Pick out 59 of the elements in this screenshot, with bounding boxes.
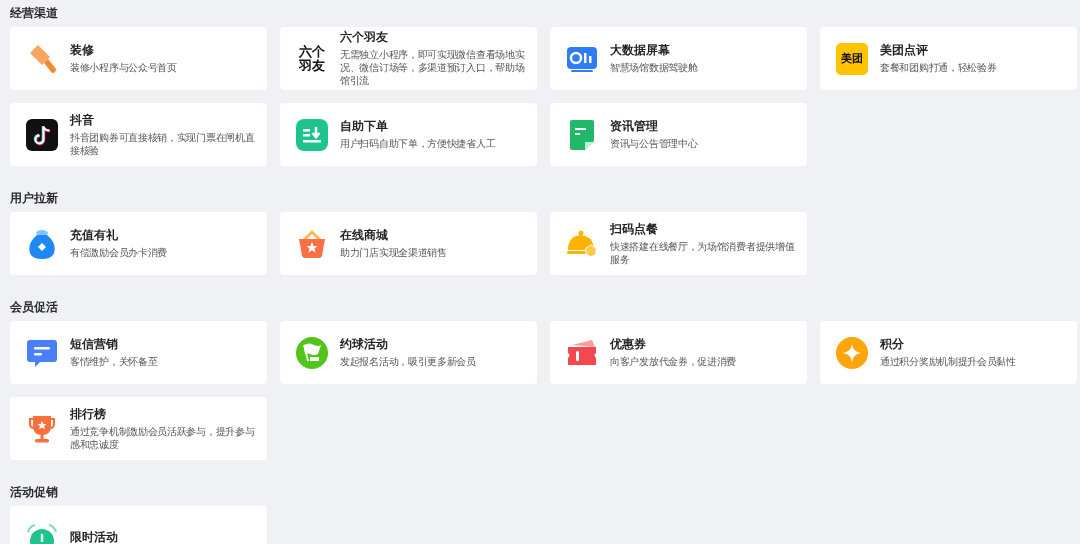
card-description: 资讯与公告管理中心 [610, 137, 698, 150]
feature-card[interactable]: 抖音 抖音团购券可直接核销，实现门票在闸机直接核验 [10, 103, 267, 166]
card-description: 有偿激励会员办卡消费 [70, 246, 167, 259]
feature-card[interactable]: 美团 美团点评 套餐和团购打通，轻松验券 [820, 27, 1077, 90]
card-title: 排行榜 [70, 406, 107, 422]
card-title: 优惠券 [610, 337, 647, 352]
card-title: 自助下单 [340, 119, 389, 134]
card-description: 向客户发放代金券，促进消费 [610, 355, 737, 368]
feature-card[interactable]: 大数据屏幕 智慧场馆数据驾驶舱 [550, 27, 807, 90]
card-description: 套餐和团购打通，轻松验券 [880, 61, 997, 74]
card-description: 助力门店实现全渠道销售 [340, 246, 447, 259]
feature-card[interactable]: 限时活动 [10, 506, 267, 544]
feature-card[interactable]: 扫码点餐 快速搭建在线餐厅，为场馆消费者提供增值服务 [550, 212, 807, 275]
feature-card[interactable]: 资讯管理 资讯与公告管理中心 [550, 103, 807, 166]
money-bag-icon [26, 227, 58, 260]
card-title: 充值有礼 [70, 228, 119, 243]
feature-card[interactable]: 短信营销 客情维护，关怀备至 [10, 321, 267, 384]
card-description: 装修小程序与公众号首页 [70, 61, 177, 74]
card-description: 无需独立小程序，即可实现微信查看场地实况、微信订场等，多渠道预订入口，帮助场馆引流 [340, 48, 526, 87]
flag-icon [296, 336, 328, 369]
section-heading: 用户拉新 [10, 190, 59, 207]
feature-card[interactable]: 积分 通过积分奖励机制提升会员黏性 [820, 321, 1077, 384]
card-title: 约球活动 [340, 337, 389, 352]
feature-card[interactable]: 自助下单 用户扫码自助下单，方便快捷省人工 [280, 103, 537, 166]
card-title: 装修 [70, 43, 95, 58]
card-description: 用户扫码自助下单，方便快捷省人工 [340, 137, 496, 150]
section-heading: 经营渠道 [10, 5, 59, 22]
card-title: 限时活动 [70, 530, 118, 544]
card-description: 智慧场馆数据驾驶舱 [610, 61, 698, 74]
card-title: 抖音 [70, 112, 95, 128]
section-heading: 活动促销 [10, 484, 59, 501]
feature-card[interactable]: 在线商城 助力门店实现全渠道销售 [280, 212, 537, 275]
feature-card[interactable]: 装修 装修小程序与公众号首页 [10, 27, 267, 90]
feature-card[interactable]: 充值有礼 有偿激励会员办卡消费 [10, 212, 267, 275]
card-description: 发起报名活动，吸引更多新会员 [340, 355, 476, 368]
feature-card[interactable]: 六个羽友 六个羽友 无需独立小程序，即可实现微信查看场地实况、微信订场等，多渠道预订入口，帮助场馆引流 [280, 27, 537, 90]
card-description: 客情维护，关怀备至 [70, 355, 158, 368]
feature-card[interactable]: 排行榜 通过竞争机制激励会员活跃参与，提升参与感和忠诚度 [10, 397, 267, 460]
card-description: 快速搭建在线餐厅，为场馆消费者提供增值服务 [610, 239, 796, 266]
alarm-clock-icon [26, 521, 58, 544]
logo-icon: 六个羽友 [296, 42, 328, 75]
card-title: 短信营销 [70, 337, 119, 352]
section-heading: 会员促活 [10, 299, 59, 316]
download-list-icon [296, 118, 328, 151]
card-title: 资讯管理 [610, 119, 659, 134]
card-title: 大数据屏幕 [610, 43, 671, 58]
music-note-icon [26, 118, 58, 151]
card-title: 积分 [880, 337, 905, 352]
card-title: 扫码点餐 [610, 221, 659, 237]
card-title: 在线商城 [340, 228, 389, 243]
coin-icon [836, 336, 868, 369]
card-description: 通过积分奖励机制提升会员黏性 [880, 355, 1016, 368]
logo-icon: 美团 [836, 42, 868, 75]
card-title: 美团点评 [880, 43, 929, 58]
feature-card[interactable]: 优惠券 向客户发放代金券，促进消费 [550, 321, 807, 384]
card-title: 六个羽友 [340, 30, 389, 45]
feature-card[interactable]: 约球活动 发起报名活动，吸引更多新会员 [280, 321, 537, 384]
card-description: 抖音团购券可直接核销，实现门票在闸机直接核验 [70, 130, 256, 157]
card-description: 通过竞争机制激励会员活跃参与，提升参与感和忠诚度 [70, 424, 256, 451]
